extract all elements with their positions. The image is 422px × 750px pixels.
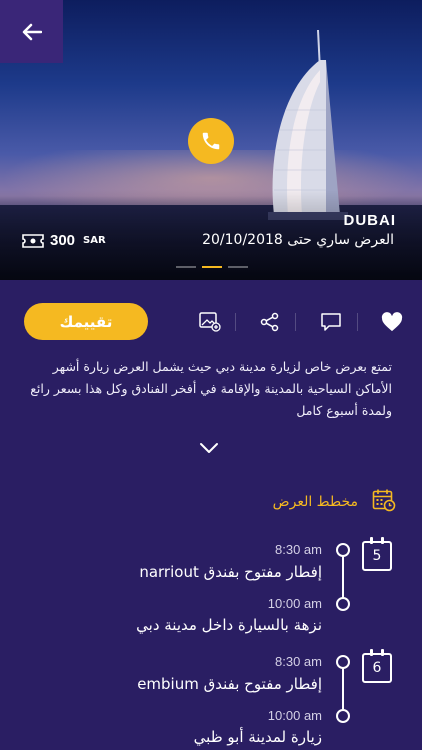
slide-dot[interactable]	[228, 266, 248, 268]
share-button[interactable]	[257, 309, 283, 335]
call-button[interactable]	[188, 118, 234, 164]
calendar-clock-icon	[372, 489, 396, 512]
divider	[295, 313, 296, 331]
rate-button[interactable]: تقييمك	[24, 303, 148, 340]
plan-title: مخطط العرض	[272, 494, 358, 510]
price-currency: SAR	[83, 235, 106, 246]
ticket-icon	[22, 233, 44, 248]
event-title: إفطار مفتوح بفندق embium	[137, 675, 322, 693]
comment-button[interactable]	[318, 309, 344, 335]
offer-validity: العرض ساري حتى 20/10/2018	[202, 232, 394, 248]
event-title: إفطار مفتوح بفندق narriout	[139, 563, 322, 581]
event-title: نزهة بالسيارة داخل مدينة دبي	[136, 616, 322, 634]
heart-icon	[381, 312, 403, 332]
chevron-down-icon[interactable]	[198, 440, 220, 456]
back-button[interactable]	[0, 0, 63, 63]
slide-dot-active[interactable]	[202, 266, 222, 268]
event-time: 10:00 am	[267, 596, 322, 611]
day-badge: 6	[362, 649, 392, 683]
timeline-dot	[336, 597, 350, 611]
timeline-dot	[336, 543, 350, 557]
share-icon	[260, 312, 279, 332]
event-title: زيارة لمدينة أبو ظبي	[193, 728, 322, 746]
offer-description: تمتع بعرض خاص لزيارة مدينة دبي حيث يشمل …	[30, 359, 392, 418]
day-badge: 5	[362, 537, 392, 571]
event-time: 10:00 am	[267, 708, 322, 723]
day-number: 5	[372, 548, 382, 564]
event-time: 8:30 am	[275, 542, 322, 557]
price-amount: 300	[50, 232, 76, 249]
divider	[235, 313, 236, 331]
slide-dot[interactable]	[176, 266, 196, 268]
add-photo-button[interactable]	[197, 309, 223, 335]
arrow-left-icon	[22, 23, 42, 40]
timeline-dot	[336, 709, 350, 723]
slide-indicator	[176, 266, 248, 268]
divider	[357, 313, 358, 331]
phone-icon	[202, 132, 220, 150]
comment-icon	[321, 313, 341, 331]
favorite-button[interactable]	[379, 309, 405, 335]
day-number: 6	[372, 660, 382, 676]
event-time: 8:30 am	[275, 654, 322, 669]
timeline-dot	[336, 655, 350, 669]
add-image-icon	[199, 312, 221, 332]
price-tag: 300 SAR	[22, 232, 106, 249]
city-name: DUBAI	[343, 212, 396, 229]
